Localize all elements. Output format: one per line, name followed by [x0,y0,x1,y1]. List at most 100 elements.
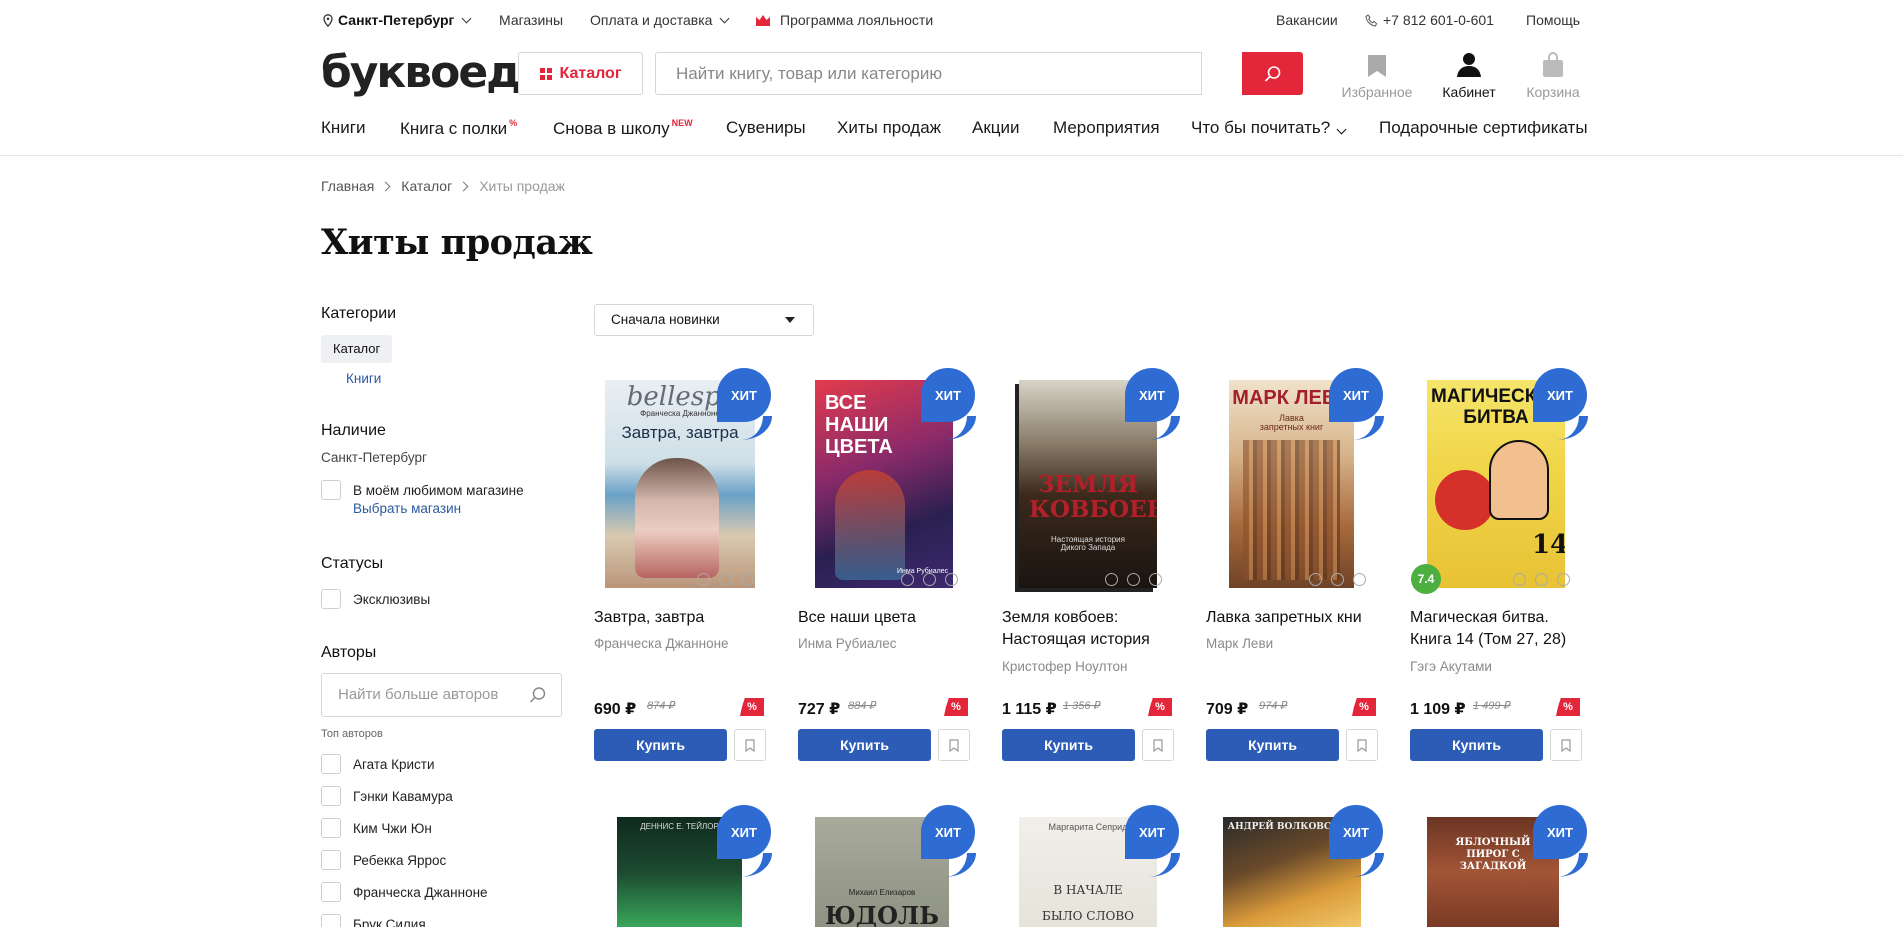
product-card[interactable]: bellespr Франческа Джанноне Завтра, завт… [594,368,772,763]
bookmark-icon [949,738,959,752]
product-title[interactable]: Лавка запретных кни [1206,607,1366,629]
checkbox[interactable] [321,850,341,870]
cabinet-button[interactable]: Кабинет [1429,50,1509,100]
product-card[interactable]: Михаил Елизаров ЮДОЛЬ ХИТ [798,805,976,927]
product-title[interactable]: Завтра, завтра [594,607,764,629]
thumbs-up-icon[interactable] [901,573,914,586]
buy-button[interactable]: Купить [1206,729,1339,761]
city-selector[interactable]: Санкт-Петербург [323,12,472,28]
checkbox[interactable] [321,818,341,838]
author-checkbox[interactable]: Агата Кристи [321,754,435,774]
nav-book-from-shelf[interactable]: Книга с полки% [400,118,517,139]
add-to-favorites-button[interactable] [938,729,970,761]
cover-illustration [1435,470,1495,530]
product-title-line2[interactable]: Настоящая история [1002,629,1172,651]
nav-events[interactable]: Мероприятия [1053,118,1160,138]
product-card[interactable]: МАГИЧЕСКАЯ БИТВА 14 7.4 ХИТ Магическая б… [1410,368,1588,763]
loyalty-link[interactable]: Программа лояльности [755,12,933,28]
thumbs-down-icon[interactable] [741,573,754,586]
product-card[interactable]: ДЕННИС Е. ТЕЙЛОР ХИТ [594,805,772,927]
product-author[interactable]: Франческа Джанноне [594,636,729,651]
author-checkbox[interactable]: Гэнки Кавамура [321,786,453,806]
add-to-favorites-button[interactable] [1142,729,1174,761]
nav-souvenirs[interactable]: Сувениры [726,118,806,138]
phone-icon [1365,13,1378,27]
buy-button[interactable]: Купить [798,729,931,761]
exclusive-checkbox[interactable]: Эксклюзивы [321,589,430,609]
product-card[interactable]: ЯБЛОЧНЫЙ ПИРОГ С ЗАГАДКОЙ ХИТ [1410,805,1588,927]
add-to-favorites-button[interactable] [734,729,766,761]
product-title[interactable]: Все наши цвета [798,607,968,629]
choose-store-link[interactable]: Выбрать магазин [353,501,461,516]
checkbox[interactable] [321,882,341,902]
thumbs-up-icon[interactable] [1309,573,1322,586]
author-checkbox[interactable]: Ким Чжи Юн [321,818,432,838]
discount-badge: % [1556,698,1580,716]
product-title[interactable]: Земля ковбоев: [1002,607,1172,629]
breadcrumb-catalog[interactable]: Каталог [401,178,452,194]
add-to-favorites-button[interactable] [1550,729,1582,761]
product-old-price: 1 356 ₽ [1063,700,1101,712]
checkbox[interactable] [321,754,341,774]
buy-button[interactable]: Купить [1002,729,1135,761]
nav-gift-cards[interactable]: Подарочные сертификаты [1379,118,1588,138]
catalog-button[interactable]: Каталог [518,52,643,95]
category-link-books[interactable]: Книги [346,371,381,386]
buy-button[interactable]: Купить [1410,729,1543,761]
thumbs-down-icon[interactable] [945,573,958,586]
search-input[interactable]: Найти книгу, товар или категорию [655,52,1202,95]
checkbox[interactable] [321,786,341,806]
smile-icon[interactable] [923,573,936,586]
sort-select[interactable]: Сначала новинки [594,304,814,336]
site-logo[interactable]: буквоед [321,48,522,98]
author-checkbox[interactable]: Франческа Джанноне [321,882,488,902]
thumbs-up-icon[interactable] [1513,573,1526,586]
add-to-favorites-button[interactable] [1346,729,1378,761]
checkbox[interactable] [321,480,341,500]
authors-search-input[interactable]: Найти больше авторов [321,673,562,717]
smile-icon[interactable] [1127,573,1140,586]
phone-link[interactable]: +7 812 601-0-601 [1365,12,1494,28]
author-checkbox[interactable]: Брук Силия [321,914,426,927]
help-link[interactable]: Помощь [1526,12,1580,28]
author-checkbox[interactable]: Ребекка Яррос [321,850,446,870]
smile-icon[interactable] [719,573,732,586]
search-button[interactable] [1242,52,1303,95]
favorites-button[interactable]: Избранное [1337,50,1417,100]
breadcrumb-home[interactable]: Главная [321,178,374,194]
chevron-down-icon [719,13,730,23]
thumbs-up-icon[interactable] [697,573,710,586]
product-card[interactable]: АНДРЕЙ ВОЛКОВСКИЙ ХИТ [1206,805,1384,927]
product-card[interactable]: МАРК ЛЕВИ Лавка запретных книг ХИТ Лавка… [1206,368,1384,763]
product-title-line2[interactable]: Книга 14 (Том 27, 28) [1410,629,1580,651]
thumbs-down-icon[interactable] [1149,573,1162,586]
category-chip-catalog[interactable]: Каталог [321,335,393,363]
product-author[interactable]: Кристофер Ноултон [1002,659,1128,674]
checkbox[interactable] [321,914,341,927]
product-author[interactable]: Гэгэ Акутами [1410,659,1492,674]
product-old-price: 1 499 ₽ [1473,700,1511,712]
smile-icon[interactable] [1331,573,1344,586]
payment-delivery-link[interactable]: Оплата и доставка [590,12,730,28]
nav-what-to-read[interactable]: Что бы почитать? [1191,118,1347,138]
smile-icon[interactable] [1535,573,1548,586]
product-author[interactable]: Инма Рубиалес [798,636,897,651]
thumbs-down-icon[interactable] [1557,573,1570,586]
thumbs-up-icon[interactable] [1105,573,1118,586]
cart-button[interactable]: Корзина [1513,50,1593,100]
product-card[interactable]: ВСЕ НАШИ ЦВЕТА Инма Рубиалес ХИТ Все наш… [798,368,976,763]
product-card[interactable]: Маргарита Сеприд В НАЧАЛЕ БЫЛО СЛОВО ХИТ [1002,805,1180,927]
nav-books[interactable]: Книги [321,118,365,138]
checkbox[interactable] [321,589,341,609]
buy-button[interactable]: Купить [594,729,727,761]
nav-bestsellers[interactable]: Хиты продаж [837,118,941,138]
stores-link[interactable]: Магазины [499,12,563,28]
fav-store-checkbox[interactable]: В моём любимом магазине [321,480,524,500]
product-author[interactable]: Марк Леви [1206,636,1273,651]
product-card[interactable]: ЗЕМЛЯ КОВБОЕВ Настоящая история Дикого З… [1002,368,1180,763]
jobs-link[interactable]: Вакансии [1276,12,1338,28]
nav-promos[interactable]: Акции [972,118,1020,138]
product-title[interactable]: Магическая битва. [1410,607,1580,629]
thumbs-down-icon[interactable] [1353,573,1366,586]
nav-back-to-school[interactable]: Снова в школу NEW [553,118,693,139]
